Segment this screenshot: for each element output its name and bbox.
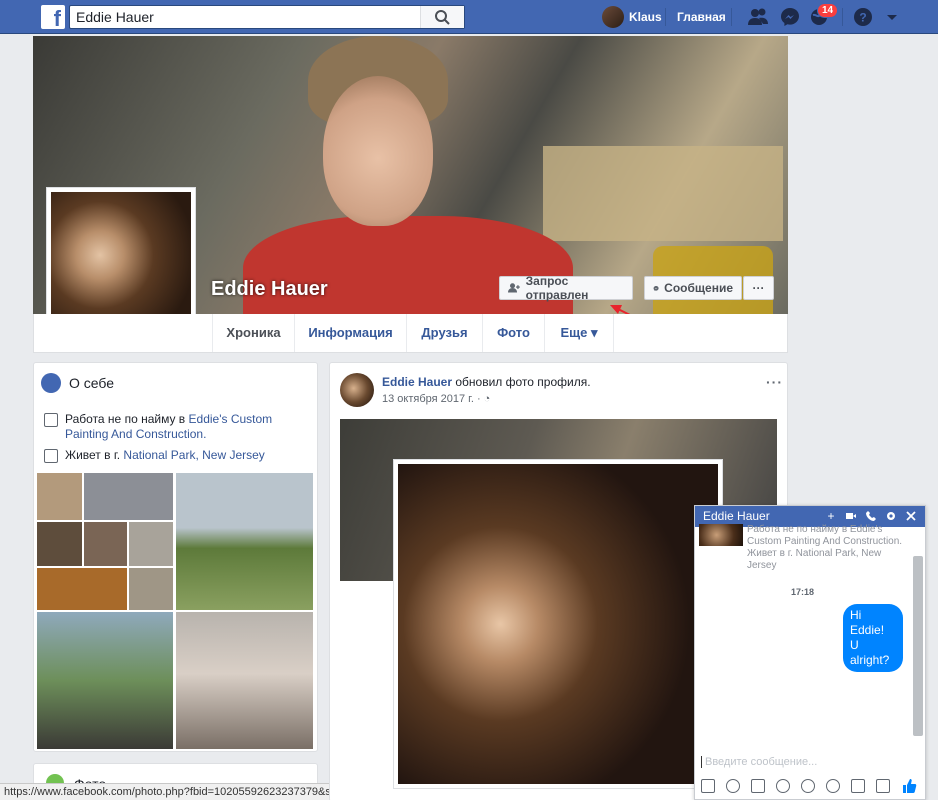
profile-tabs: Хроника Информация Друзья Фото Еще ▾ [33, 314, 788, 353]
chat-timestamp: 17:18 [791, 587, 815, 597]
photo-thumbnail[interactable] [176, 612, 313, 749]
video-call-icon[interactable] [845, 510, 857, 522]
calendar-icon[interactable] [876, 779, 890, 793]
chevron-down-icon[interactable] [881, 6, 903, 28]
chat-message-input[interactable]: Введите сообщение... [701, 756, 817, 768]
photo-thumbnail[interactable] [129, 568, 173, 610]
camera-icon[interactable] [851, 779, 865, 793]
search-icon [435, 10, 450, 25]
post-header: Eddie Hauer обновил фото профиля. [382, 375, 591, 389]
chat-toolbar [701, 779, 921, 795]
about-lives-text: Живет в г. National Park, New Jersey [65, 448, 265, 463]
post-author-avatar[interactable] [340, 373, 374, 407]
tab-info[interactable]: Информация [294, 314, 406, 352]
lives-link[interactable]: National Park, New Jersey [123, 448, 264, 462]
profile-name[interactable]: Eddie Hauer [211, 278, 328, 301]
chat-contact-info: Работа не по найму в Eddie's Custom Pain… [747, 524, 903, 571]
top-navigation-bar: f Klaus Главная 14 ? [0, 0, 938, 34]
globe-icon [41, 373, 61, 393]
photo-image [398, 464, 718, 784]
image-icon[interactable] [701, 779, 715, 793]
close-icon[interactable] [905, 510, 917, 522]
chat-message-bubble: Hi Eddie! U alright? [843, 604, 903, 672]
gif-icon[interactable] [751, 779, 765, 793]
help-icon[interactable]: ? [852, 6, 874, 28]
facebook-logo-icon[interactable]: f [41, 5, 65, 29]
thumbs-up-icon[interactable] [901, 778, 917, 794]
divider [731, 8, 732, 26]
photo-thumbnail[interactable] [176, 473, 313, 610]
post-action: обновил фото профиля. [452, 375, 591, 389]
message-button[interactable]: Сообщение [644, 276, 742, 300]
about-work-text: Работа не по найму в Eddie's Custom Pain… [65, 412, 309, 442]
game-icon[interactable] [826, 779, 840, 793]
search-box[interactable] [69, 5, 465, 29]
briefcase-icon [44, 413, 58, 427]
friend-request-label: Запрос отправлен [525, 274, 589, 302]
home-link[interactable]: Главная [677, 10, 726, 24]
friend-requests-icon[interactable] [747, 6, 769, 28]
svg-text:?: ? [859, 11, 866, 25]
lives-prefix: Живет в г. [65, 448, 124, 462]
user-profile-link[interactable]: Klaus [602, 5, 662, 29]
tab-photos[interactable]: Фото [482, 314, 544, 352]
message-label: Сообщение [664, 281, 733, 295]
profile-photo [51, 192, 191, 332]
post-author-link[interactable]: Eddie Hauer [382, 375, 452, 389]
gear-icon[interactable] [885, 510, 897, 522]
tab-timeline[interactable]: Хроника [212, 314, 294, 352]
cover-detail [323, 76, 433, 226]
home-icon [44, 449, 58, 463]
sticker-icon[interactable] [726, 779, 740, 793]
chat-window: Eddie Hauer + Работа не по найму в Eddie… [694, 505, 926, 800]
about-title: О себе [69, 375, 115, 391]
user-name: Klaus [629, 10, 662, 24]
phone-icon[interactable] [865, 510, 877, 522]
add-friend-icon [508, 283, 520, 293]
tab-more[interactable]: Еще ▾ [544, 314, 614, 352]
chat-title[interactable]: Eddie Hauer [703, 509, 770, 523]
photo-thumbnail[interactable] [37, 473, 82, 520]
attachment-icon[interactable] [801, 779, 815, 793]
post-menu-button[interactable]: ··· [766, 374, 783, 390]
search-button[interactable] [420, 6, 464, 28]
friend-request-sent-button[interactable]: Запрос отправлен [499, 274, 633, 302]
photo-thumbnail[interactable] [84, 522, 127, 566]
avatar [602, 6, 624, 28]
photo-thumbnail[interactable] [129, 522, 173, 566]
messenger-icon[interactable] [779, 6, 801, 28]
messenger-icon [653, 285, 659, 291]
chat-scrollbar[interactable] [913, 556, 923, 736]
about-work-row: Работа не по найму в Eddie's Custom Pain… [44, 412, 309, 442]
chat-contact-photo [699, 524, 743, 546]
photo-thumbnail[interactable] [37, 612, 173, 749]
work-prefix: Работа не по найму в [65, 412, 189, 426]
divider [842, 8, 843, 26]
divider [665, 8, 666, 26]
photo-thumbnail[interactable] [37, 568, 127, 610]
tab-friends[interactable]: Друзья [406, 314, 482, 352]
photo-thumbnail[interactable] [84, 473, 173, 520]
post-profile-photo[interactable] [393, 459, 723, 789]
emoji-icon[interactable] [776, 779, 790, 793]
more-icon: ··· [752, 281, 765, 295]
about-lives-row: Живет в г. National Park, New Jersey [44, 448, 309, 463]
cover-detail [543, 146, 783, 241]
about-header: О себе [41, 373, 114, 393]
photo-thumbnail[interactable] [37, 522, 82, 566]
post-date[interactable]: 13 октября 2017 г. · ◔ [382, 393, 490, 405]
notification-count-badge: 14 [817, 3, 839, 18]
add-person-icon[interactable]: + [825, 510, 837, 522]
search-input[interactable] [70, 6, 420, 28]
more-options-button[interactable]: ··· [743, 276, 774, 300]
status-bar-url: https://www.facebook.com/photo.php?fbid=… [0, 783, 373, 800]
